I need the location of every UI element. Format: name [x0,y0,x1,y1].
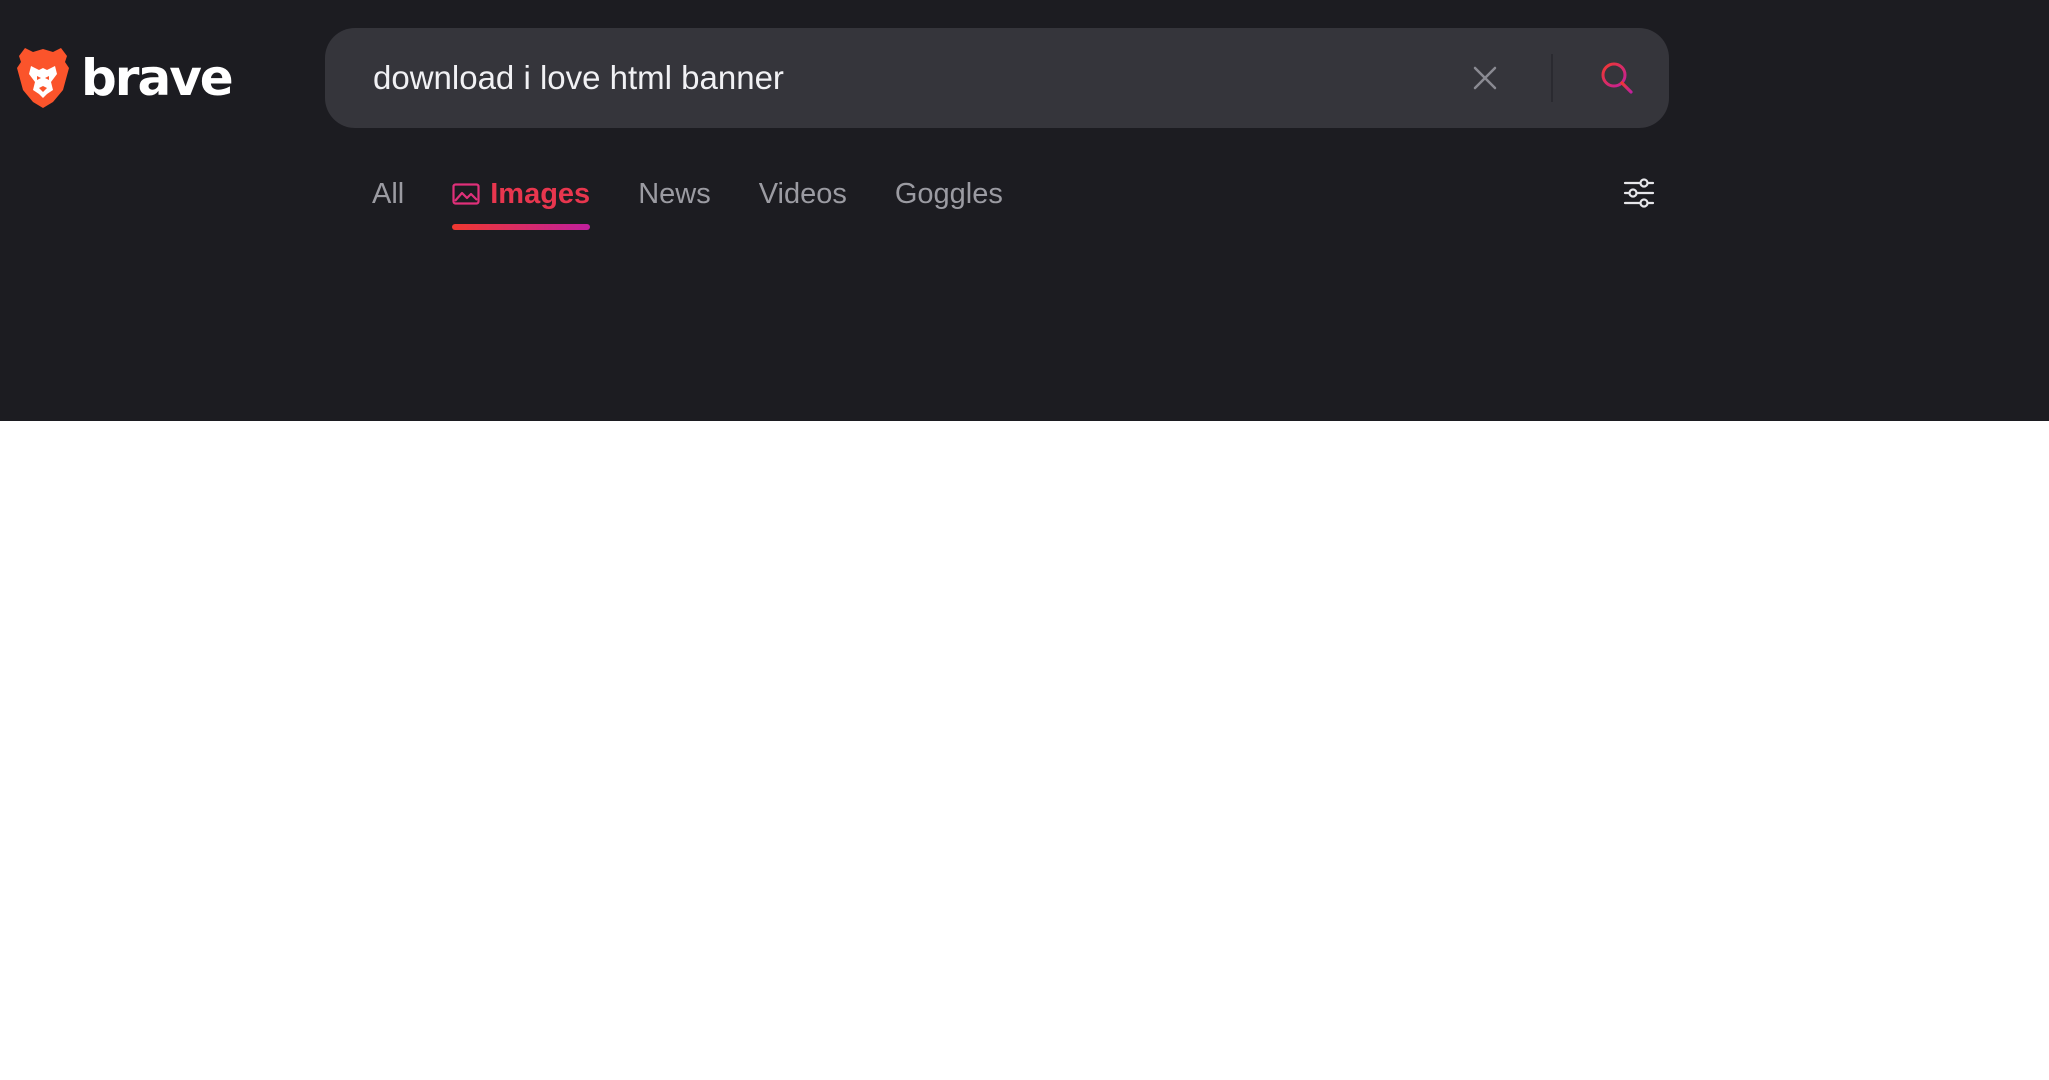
results-area [0,421,2049,1080]
tab-label: Videos [758,177,847,210]
tab-label: Images [490,177,591,210]
tab-label: All [372,177,405,210]
tab-label: Goggles [894,177,1003,210]
brave-lion-icon [17,48,69,108]
tab-goggles[interactable]: Goggles [895,172,1003,216]
header-bar: brave All [0,0,2049,421]
tab-images[interactable]: Images [452,172,591,230]
tab-all[interactable]: All [372,172,404,216]
tab-label: News [638,177,711,210]
search-icon [1601,62,1633,94]
search-bar [325,28,1669,128]
search-input[interactable] [373,28,1473,128]
search-submit-button[interactable] [1593,54,1641,102]
tab-news[interactable]: News [638,172,711,216]
sliders-icon[interactable] [1622,176,1656,210]
search-divider [1551,54,1553,102]
clear-search-button[interactable] [1463,56,1507,100]
brave-logo[interactable]: brave [15,44,234,112]
image-icon [452,183,480,205]
close-icon [1473,66,1497,90]
tab-videos[interactable]: Videos [759,172,847,216]
active-tab-indicator [452,224,591,230]
search-tabs: All Images News Videos Goggles [372,172,1003,232]
brand-name: brave [81,49,234,107]
